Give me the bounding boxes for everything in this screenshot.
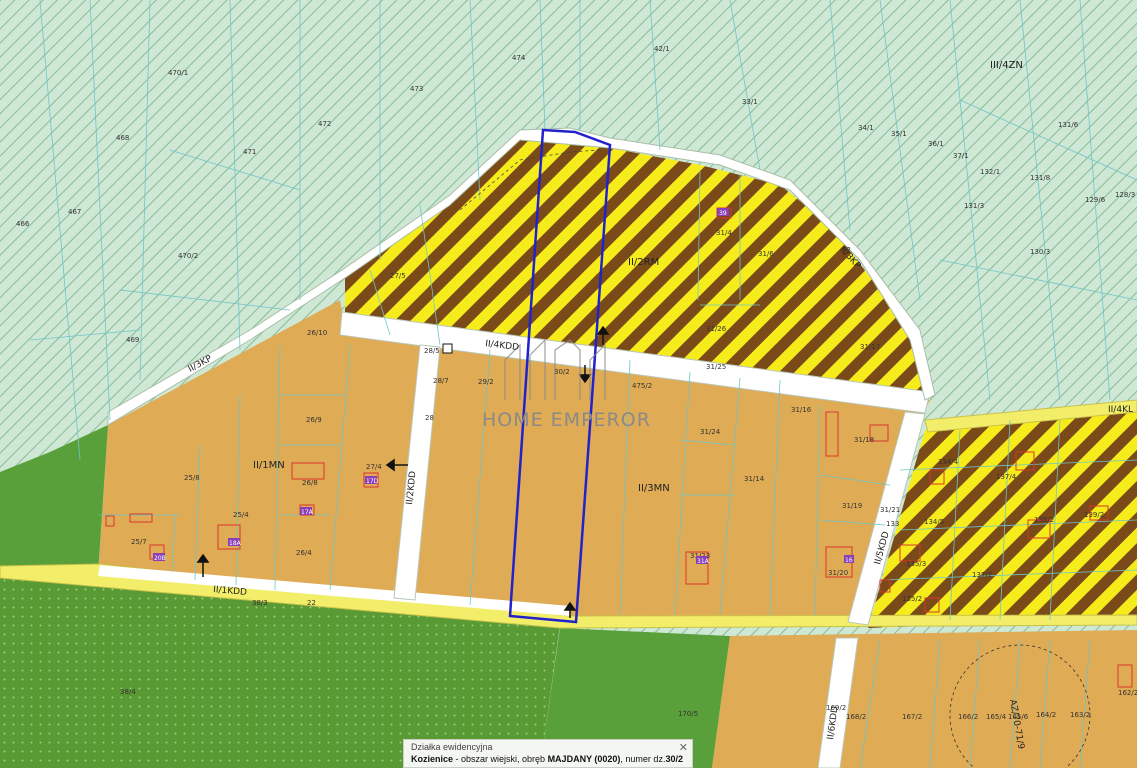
- svg-text:26/4: 26/4: [296, 549, 312, 557]
- svg-text:26/9: 26/9: [306, 416, 322, 424]
- svg-text:42/1: 42/1: [654, 45, 670, 53]
- svg-text:35/1: 35/1: [891, 130, 907, 138]
- svg-text:31/18: 31/18: [854, 436, 874, 444]
- svg-text:25/4: 25/4: [233, 511, 249, 519]
- svg-text:468: 468: [116, 134, 129, 142]
- svg-text:139/2: 139/2: [1084, 511, 1104, 519]
- zone-label-mn3: II/3MN: [638, 483, 670, 494]
- svg-text:31A: 31A: [697, 558, 710, 565]
- svg-text:470/1: 470/1: [168, 69, 188, 77]
- popup-title: Działka ewidencyjna: [411, 742, 493, 752]
- svg-text:31/24: 31/24: [700, 428, 721, 436]
- svg-text:32: 32: [842, 246, 851, 254]
- svg-text:37/1: 37/1: [953, 152, 969, 160]
- svg-text:470/2: 470/2: [178, 252, 198, 260]
- svg-text:168/2: 168/2: [846, 713, 866, 721]
- svg-text:165/6: 165/6: [1008, 713, 1029, 721]
- svg-text:31/19: 31/19: [842, 502, 862, 510]
- svg-text:22: 22: [307, 599, 316, 607]
- svg-text:165/4: 165/4: [986, 713, 1007, 721]
- svg-text:31/17: 31/17: [860, 343, 880, 351]
- popup-parcel-description: Kozienice - obszar wiejski, obręb MAJDAN…: [411, 754, 683, 764]
- svg-text:128/3: 128/3: [1115, 191, 1135, 199]
- svg-text:167/2: 167/2: [902, 713, 922, 721]
- zoning-map[interactable]: HOME EMPEROR II/2RM II/1MN II/3MN III/4Z…: [0, 0, 1137, 768]
- svg-text:33/1: 33/1: [742, 98, 758, 106]
- svg-text:162/2: 162/2: [1118, 689, 1137, 697]
- svg-text:31/20: 31/20: [828, 569, 848, 577]
- svg-text:164/2: 164/2: [1036, 711, 1056, 719]
- svg-text:166/2: 166/2: [958, 713, 978, 721]
- svg-text:20B: 20B: [154, 555, 166, 562]
- svg-text:28/5: 28/5: [424, 347, 440, 355]
- svg-text:31/21: 31/21: [880, 506, 900, 514]
- svg-text:475/2: 475/2: [632, 382, 652, 390]
- residential-zone-bottom-right: [712, 630, 1137, 768]
- popup-place: Kozienice: [411, 754, 454, 764]
- popup-obreb-name: MAJDANY (0020): [547, 754, 621, 764]
- svg-text:38/4: 38/4: [120, 688, 136, 696]
- close-icon[interactable]: ✕: [679, 741, 688, 754]
- svg-text:31/14: 31/14: [744, 475, 765, 483]
- svg-text:131/6: 131/6: [1058, 121, 1079, 129]
- svg-text:30/2: 30/2: [554, 368, 570, 376]
- svg-text:170/5: 170/5: [678, 710, 698, 718]
- svg-text:472: 472: [318, 120, 331, 128]
- svg-text:25/7: 25/7: [131, 538, 147, 546]
- zone-label-zn-right: II/4KL: [1108, 405, 1133, 415]
- popup-parcel-number: 30/2: [665, 754, 683, 764]
- svg-text:31/26: 31/26: [706, 325, 727, 333]
- svg-text:36/1: 36/1: [928, 140, 944, 148]
- svg-text:134/5: 134/5: [924, 518, 944, 526]
- svg-text:31/6: 31/6: [758, 250, 774, 258]
- svg-text:29/2: 29/2: [478, 378, 494, 386]
- svg-text:28: 28: [425, 414, 434, 422]
- parcel-info-popup: Działka ewidencyjna Kozienice - obszar w…: [403, 739, 693, 768]
- svg-text:466: 466: [16, 220, 30, 228]
- svg-text:38/3: 38/3: [252, 599, 268, 607]
- svg-text:130/3: 130/3: [1030, 248, 1050, 256]
- svg-text:25/8: 25/8: [184, 474, 200, 482]
- svg-text:474: 474: [512, 54, 526, 62]
- zone-label-rm: II/2RM: [628, 257, 659, 268]
- svg-text:467: 467: [68, 208, 81, 216]
- svg-text:31/16: 31/16: [791, 406, 812, 414]
- svg-text:469: 469: [126, 336, 139, 344]
- svg-text:17A: 17A: [301, 509, 314, 516]
- svg-text:131/8: 131/8: [1030, 174, 1050, 182]
- svg-text:31/25: 31/25: [706, 363, 726, 371]
- svg-text:169/2: 169/2: [826, 704, 846, 712]
- svg-text:129/6: 129/6: [1085, 196, 1106, 204]
- svg-text:473: 473: [410, 85, 423, 93]
- svg-text:27/4: 27/4: [366, 463, 382, 471]
- svg-text:27/5: 27/5: [390, 272, 406, 280]
- marker-icon: [442, 343, 453, 354]
- popup-obreb-label: , obręb: [517, 754, 548, 764]
- svg-text:16: 16: [845, 557, 853, 564]
- svg-text:17D: 17D: [366, 478, 379, 485]
- svg-text:163/2: 163/2: [1070, 711, 1090, 719]
- svg-text:135/3: 135/3: [906, 560, 926, 568]
- svg-text:131/3: 131/3: [964, 202, 984, 210]
- svg-text:135/2: 135/2: [902, 595, 922, 603]
- svg-text:31/4: 31/4: [716, 229, 732, 237]
- popup-parcel-label: , numer dz.: [620, 754, 666, 764]
- svg-text:132/1: 132/1: [980, 168, 1000, 176]
- zone-label-mn1: II/1MN: [253, 460, 285, 471]
- svg-text:138/2: 138/2: [1034, 516, 1054, 524]
- svg-text:34/1: 34/1: [858, 124, 874, 132]
- svg-text:134/4: 134/4: [938, 458, 959, 466]
- svg-text:133: 133: [886, 520, 899, 528]
- svg-text:26/8: 26/8: [302, 479, 318, 487]
- svg-text:28/7: 28/7: [433, 377, 449, 385]
- svg-text:18A: 18A: [229, 540, 242, 547]
- popup-area-type: - obszar wiejski: [453, 754, 518, 764]
- svg-text:137/4: 137/4: [996, 473, 1017, 481]
- svg-text:471: 471: [243, 148, 256, 156]
- zone-label-zn: III/4ZN: [990, 60, 1023, 71]
- svg-text:39: 39: [719, 210, 727, 217]
- svg-text:26/10: 26/10: [307, 329, 327, 337]
- svg-text:137/2: 137/2: [972, 571, 992, 579]
- watermark-text: HOME EMPEROR: [482, 409, 651, 431]
